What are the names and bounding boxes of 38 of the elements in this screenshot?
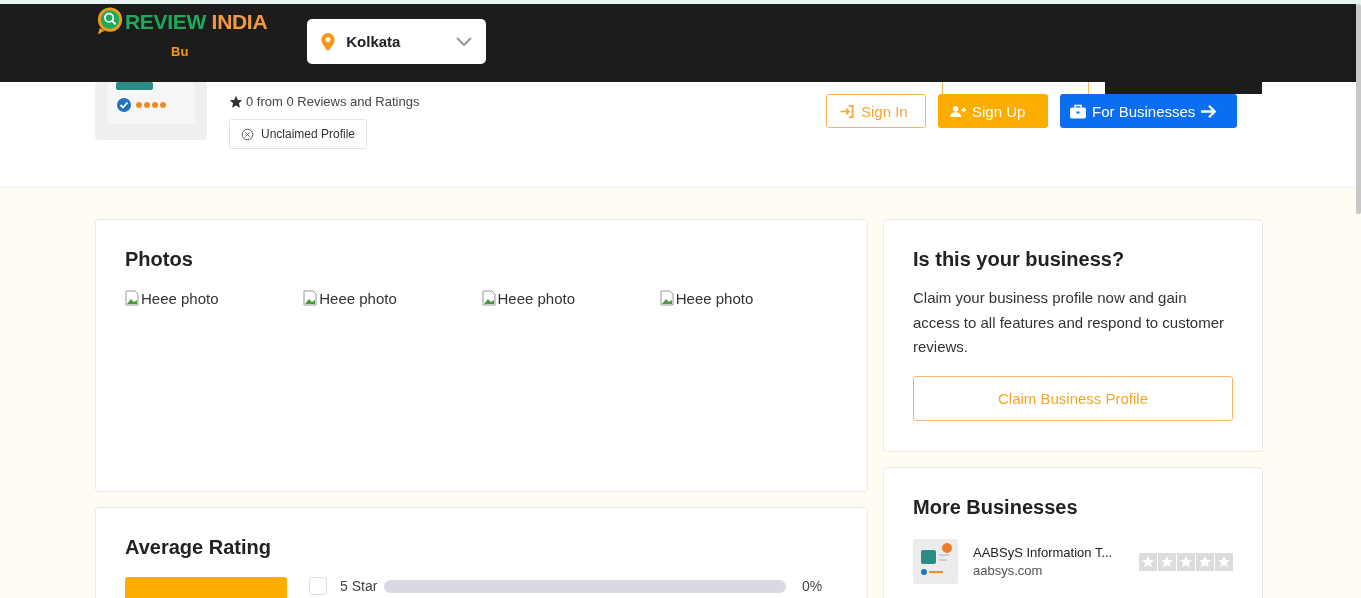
tagline: Bu — [171, 44, 190, 59]
section-title: Photos — [125, 248, 194, 271]
review-button-edge[interactable] — [1105, 82, 1262, 94]
section-title: More Businesses — [913, 496, 1079, 519]
checkbox[interactable] — [309, 577, 327, 595]
website-button-edge[interactable] — [942, 82, 1089, 94]
section-title: Is this your business? — [913, 248, 1126, 271]
business-item[interactable]: AABSyS Information T... aabsys.com — [913, 539, 1233, 584]
section-title: Average Rating — [125, 536, 272, 559]
logo-text: REVIEW INDIA — [125, 9, 268, 34]
percentage: 0% — [802, 578, 823, 594]
business-domain: aabsys.com — [973, 563, 1044, 578]
arrow-right-icon — [1201, 103, 1218, 119]
add-user-icon — [950, 103, 966, 119]
close-circle-icon — [241, 127, 254, 141]
photo-alt-text: Heee photo — [497, 290, 576, 307]
star-label: 5 Star — [340, 578, 379, 594]
photo-alt-text: Heee photo — [141, 290, 219, 307]
briefcase-icon — [1070, 103, 1086, 119]
sign-in-icon — [839, 103, 855, 119]
business-name: AABSyS Information T... — [973, 545, 1114, 560]
broken-image-icon — [303, 290, 320, 306]
location-pin-icon — [321, 32, 336, 51]
scrollbar[interactable] — [1356, 4, 1361, 214]
rating-summary: 0 from 0 Reviews and Ratings — [246, 94, 420, 109]
broken-image-icon — [125, 290, 141, 306]
for-businesses-button[interactable]: For Businesses — [1060, 94, 1237, 128]
chevron-down-icon — [456, 36, 473, 47]
business-thumbnail-icon — [913, 539, 958, 584]
photo-alt-text: Heee photo — [319, 290, 397, 307]
star-icon — [229, 94, 243, 109]
claim-description: Claim your business profile now and gain access to all features and respond to customer reviews. — [913, 288, 1225, 357]
photo-alt-text: Heee photo — [675, 290, 754, 307]
chat-logo-icon — [97, 7, 123, 36]
badge-label: Unclaimed Profile — [261, 127, 356, 141]
location-dropdown[interactable]: Kolkata — [307, 19, 487, 64]
broken-image-icon — [659, 290, 676, 306]
broken-image-icon — [481, 290, 498, 306]
